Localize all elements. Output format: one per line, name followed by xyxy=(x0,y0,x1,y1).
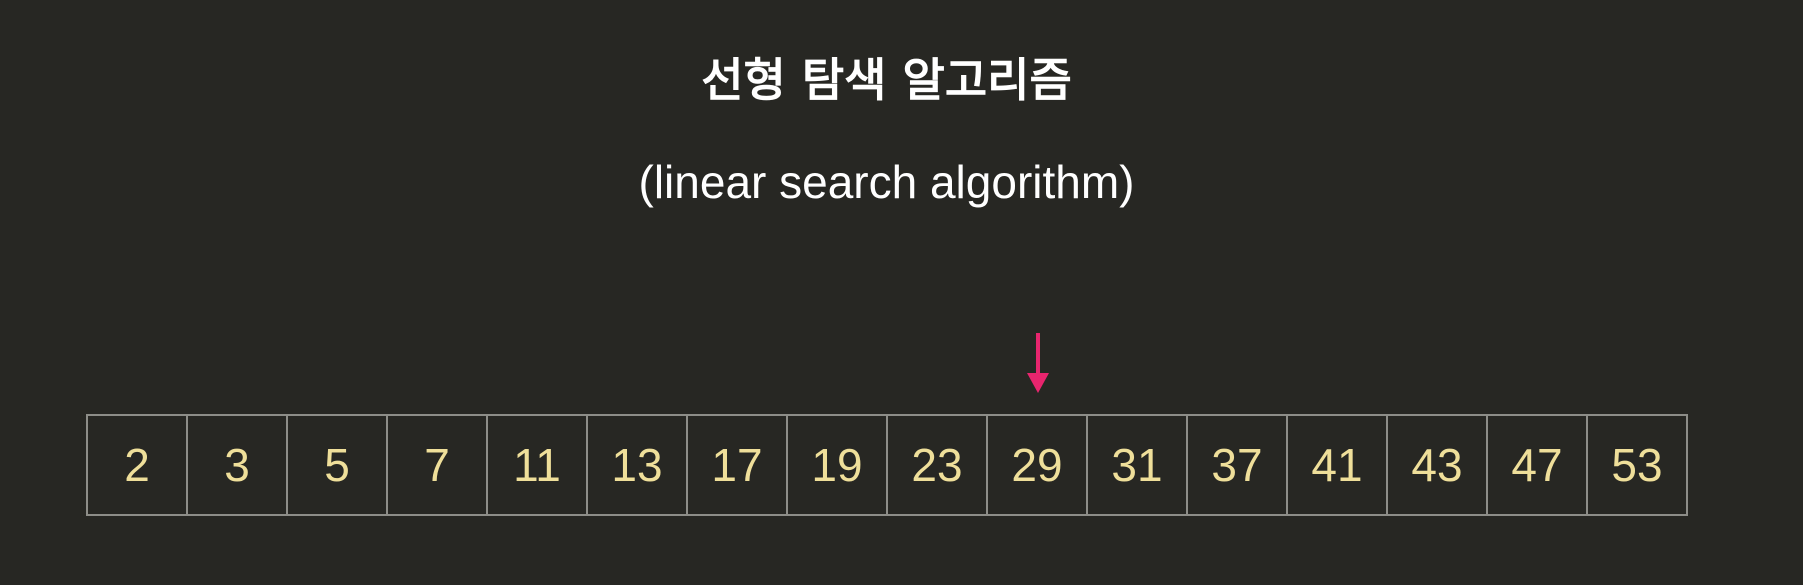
array-cell: 3 xyxy=(188,414,288,516)
array-cell: 29 xyxy=(988,414,1088,516)
array-cell: 47 xyxy=(1488,414,1588,516)
array-cell: 19 xyxy=(788,414,888,516)
array-cell: 23 xyxy=(888,414,988,516)
array-cell: 37 xyxy=(1188,414,1288,516)
array-cell: 31 xyxy=(1088,414,1188,516)
array-cell: 11 xyxy=(488,414,588,516)
array-cell: 17 xyxy=(688,414,788,516)
array-cell: 7 xyxy=(388,414,488,516)
array-cell: 41 xyxy=(1288,414,1388,516)
array-cell: 5 xyxy=(288,414,388,516)
slide-subtitle: (linear search algorithm) xyxy=(638,156,1135,208)
array-cell: 13 xyxy=(588,414,688,516)
array-cell: 2 xyxy=(88,414,188,516)
down-arrow-icon xyxy=(1027,333,1049,393)
slide-title: 선형 탐색 알고리즘 xyxy=(701,53,1072,107)
array-cell: 43 xyxy=(1388,414,1488,516)
array: 2 3 5 7 11 13 17 19 23 29 31 37 41 43 47 53 xyxy=(86,414,1688,516)
array-cell: 53 xyxy=(1588,414,1688,516)
slide: 선형 탐색 알고리즘 (linear search algorithm) 235… xyxy=(0,0,1803,585)
